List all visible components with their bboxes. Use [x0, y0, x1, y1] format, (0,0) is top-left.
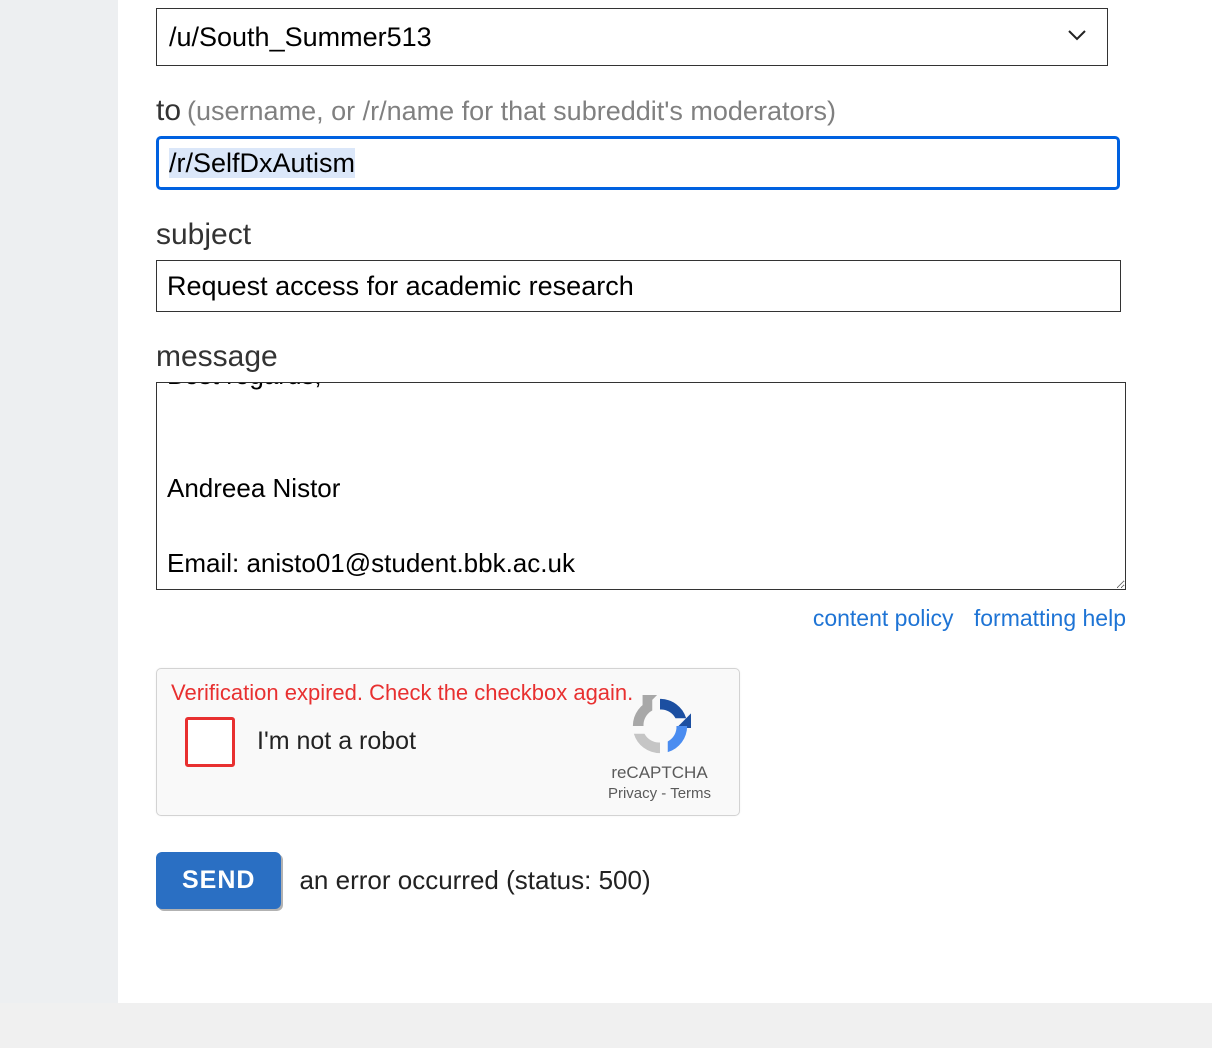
- sidebar: [0, 0, 118, 1003]
- recaptcha-logo-block: reCAPTCHA Privacy - Terms: [602, 695, 717, 802]
- content-policy-link[interactable]: content policy: [813, 605, 954, 631]
- recaptcha-widget: Verification expired. Check the checkbox…: [156, 668, 740, 816]
- message-label: message: [156, 340, 1212, 374]
- recaptcha-label: I'm not a robot: [257, 727, 416, 756]
- recaptcha-terms-link[interactable]: Terms: [670, 785, 711, 802]
- recaptcha-privacy-link[interactable]: Privacy: [608, 785, 657, 802]
- compose-form: from /u/South_Summer513 to(username, or …: [118, 0, 1212, 1003]
- to-input[interactable]: [156, 136, 1120, 190]
- help-links: content policy formatting help: [156, 605, 1126, 632]
- send-button[interactable]: SEND: [156, 852, 281, 909]
- recaptcha-privacy-links: Privacy - Terms: [602, 785, 717, 802]
- recaptcha-logo-icon: [629, 695, 691, 757]
- from-select[interactable]: /u/South_Summer513: [156, 8, 1108, 66]
- send-error-text: an error occurred (status: 500): [299, 865, 650, 896]
- recaptcha-brand-text: reCAPTCHA: [602, 763, 717, 783]
- subject-label: subject: [156, 218, 1212, 252]
- message-textarea[interactable]: [156, 382, 1126, 590]
- to-label: to(username, or /r/name for that subredd…: [156, 94, 1212, 128]
- formatting-help-link[interactable]: formatting help: [974, 605, 1126, 631]
- subject-input[interactable]: [156, 260, 1121, 312]
- recaptcha-checkbox[interactable]: [185, 717, 235, 767]
